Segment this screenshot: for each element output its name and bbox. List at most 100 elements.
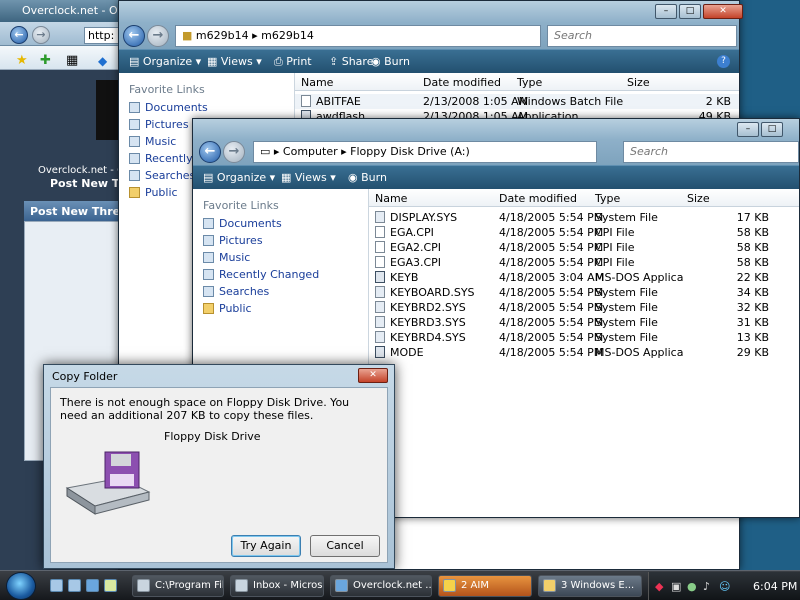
front-col-date[interactable]: Date modified <box>499 192 577 205</box>
back-print-button[interactable]: ⎙ Print <box>274 55 312 69</box>
crumb-computer[interactable]: Computer <box>283 145 338 158</box>
taskbar-item-explorer[interactable]: 3 Windows E... <box>538 575 642 597</box>
back-link-searches[interactable]: Searches <box>129 169 195 182</box>
table-row[interactable]: KEYBRD4.SYS 4/18/2005 5:54 PM System File 1… <box>369 330 799 345</box>
pictures-icon <box>129 119 140 130</box>
ie-quicklaunch-icon[interactable] <box>86 579 99 592</box>
ie-title-bar[interactable]: Overclock.net - Overc <box>0 0 124 22</box>
taskbar-item-inbox[interactable]: Inbox - Micros... <box>230 575 324 597</box>
tab-grid-icon[interactable]: ▦ <box>66 53 78 68</box>
system-tray: ◆ ▣ ● ♪ ☺ 6:04 PM <box>648 572 800 600</box>
back-window-breadcrumb[interactable]: ■ m629b14 ▸ m629b14 <box>175 25 541 47</box>
try-again-button[interactable]: Try Again <box>231 535 301 557</box>
back-link-documents[interactable]: Documents <box>129 101 208 114</box>
front-col-type[interactable]: Type <box>595 192 620 205</box>
front-link-searches[interactable]: Searches <box>203 285 269 298</box>
front-window-forward-icon[interactable]: → <box>223 141 245 163</box>
ie-back-icon[interactable]: ← <box>10 26 28 44</box>
tray-device-icon[interactable]: ● <box>687 580 697 593</box>
back-window-back-icon[interactable]: ← <box>123 25 145 47</box>
show-desktop-icon[interactable] <box>50 579 63 592</box>
front-window-back-icon[interactable]: ← <box>199 141 221 163</box>
tray-messenger-icon[interactable]: ☺ <box>719 580 730 593</box>
front-window-breadcrumb[interactable]: ▭ ▸ Computer ▸ Floppy Disk Drive (A:) <box>253 141 597 163</box>
favorites-star-icon[interactable]: ★ <box>16 53 28 68</box>
switch-windows-icon[interactable] <box>68 579 81 592</box>
front-link-pictures[interactable]: Pictures <box>203 234 263 247</box>
front-organize-button[interactable]: ▤ Organize ▾ <box>203 171 275 184</box>
table-row[interactable]: DISPLAY.SYS 4/18/2005 5:54 PM System File 1… <box>369 210 799 225</box>
back-col-name[interactable]: Name <box>301 76 333 89</box>
front-col-size[interactable]: Size <box>687 192 710 205</box>
table-row[interactable]: EGA.CPI 4/18/2005 5:54 PM CPI File 58 KB <box>369 225 799 240</box>
file-date: 4/18/2005 5:54 PM <box>499 286 604 299</box>
file-date: 4/18/2005 3:04 AM <box>499 271 605 284</box>
computer-icon: ▭ <box>260 145 271 158</box>
table-row[interactable]: MODE 4/18/2005 5:54 PMMS-DOS Applicati...… <box>369 345 799 360</box>
table-row[interactable]: KEYB 4/18/2005 3:04 AMMS-DOS Applicati...… <box>369 270 799 285</box>
back-col-size[interactable]: Size <box>627 76 650 89</box>
front-window-search[interactable]: Search <box>623 141 799 163</box>
ie-forward-icon[interactable]: → <box>32 26 50 44</box>
back-link-music[interactable]: Music <box>129 135 176 148</box>
front-link-documents[interactable]: Documents <box>203 217 282 230</box>
table-row[interactable]: KEYBOARD.SYS 4/18/2005 5:54 PM System File… <box>369 285 799 300</box>
table-row[interactable]: EGA2.CPI 4/18/2005 5:54 PM CPI File 58 KB <box>369 240 799 255</box>
tray-volume-icon[interactable]: ♪ <box>703 580 710 593</box>
ie-title: Overclock.net - Overc <box>22 4 124 17</box>
music-icon <box>129 136 140 147</box>
crumb-1[interactable]: m629b14 <box>261 29 314 42</box>
front-minimize-icon[interactable]: – <box>737 122 759 137</box>
taskbar-item-overclock[interactable]: Overclock.net ... <box>330 575 432 597</box>
cancel-button[interactable]: Cancel <box>310 535 380 557</box>
table-row[interactable]: KEYBRD2.SYS 4/18/2005 5:54 PM System File 3… <box>369 300 799 315</box>
back-link-pictures[interactable]: Pictures <box>129 118 189 131</box>
front-link-recently-changed[interactable]: Recently Changed <box>203 268 319 281</box>
back-window-search[interactable]: Search <box>547 25 737 47</box>
start-orb-icon[interactable] <box>6 572 36 600</box>
front-views-button[interactable]: ▦ Views ▾ <box>281 171 336 184</box>
file-name: ABITFAE <box>316 95 361 108</box>
file-icon <box>375 331 385 343</box>
back-share-button[interactable]: ⇪ Share <box>329 55 373 68</box>
back-close-icon[interactable]: ✕ <box>703 4 743 19</box>
back-organize-button[interactable]: ▤ Organize ▾ <box>129 55 201 68</box>
taskbar-item-cmd[interactable]: C:\Program Fil... <box>132 575 224 597</box>
front-col-name[interactable]: Name <box>375 192 407 205</box>
back-help-icon[interactable]: ? <box>717 55 730 68</box>
front-maximize-icon[interactable]: □ <box>761 122 783 137</box>
tray-alert-icon[interactable]: ◆ <box>655 580 663 593</box>
dialog-body: There is not enough space on Floppy Disk… <box>50 387 388 563</box>
back-views-button[interactable]: ▦ Views ▾ <box>207 55 262 68</box>
documents-icon <box>129 102 140 113</box>
back-col-date[interactable]: Date modified <box>423 76 501 89</box>
table-row[interactable]: ABITFAE 2/13/2008 1:05 AM Windows Batch … <box>295 94 739 109</box>
front-column-header: Name Date modified Type Size <box>369 189 799 207</box>
back-link-public[interactable]: Public <box>129 186 178 199</box>
crumb-0[interactable]: m629b14 <box>196 29 249 42</box>
cmd-icon <box>137 579 150 592</box>
tray-network-icon[interactable]: ▣ <box>671 580 681 593</box>
front-link-music[interactable]: Music <box>203 251 250 264</box>
back-burn-button[interactable]: ◉ Burn <box>371 55 410 68</box>
table-row[interactable]: EGA3.CPI 4/18/2005 5:54 PM CPI File 58 KB <box>369 255 799 270</box>
back-minimize-icon[interactable]: – <box>655 4 677 19</box>
folder-icon <box>543 579 556 592</box>
file-icon <box>375 301 385 313</box>
folder-icon: ■ <box>182 29 193 42</box>
taskbar-item-aim[interactable]: 2 AIM <box>438 575 532 597</box>
back-window-forward-icon[interactable]: → <box>147 25 169 47</box>
back-col-type[interactable]: Type <box>517 76 542 89</box>
file-name: KEYB <box>390 271 419 284</box>
add-favorite-icon[interactable]: ✚ <box>40 53 51 68</box>
back-maximize-icon[interactable]: □ <box>679 4 701 19</box>
tab-icon[interactable]: ◆ <box>98 54 107 68</box>
clock[interactable]: 6:04 PM <box>753 580 797 593</box>
front-link-public[interactable]: Public <box>203 302 252 315</box>
dialog-close-icon[interactable]: ✕ <box>358 368 388 383</box>
app-quicklaunch-icon[interactable] <box>104 579 117 592</box>
crumb-floppy[interactable]: Floppy Disk Drive (A:) <box>350 145 470 158</box>
front-burn-button[interactable]: ◉ Burn <box>348 171 387 184</box>
table-row[interactable]: KEYBRD3.SYS 4/18/2005 5:54 PM System File 3… <box>369 315 799 330</box>
pictures-icon <box>203 235 214 246</box>
